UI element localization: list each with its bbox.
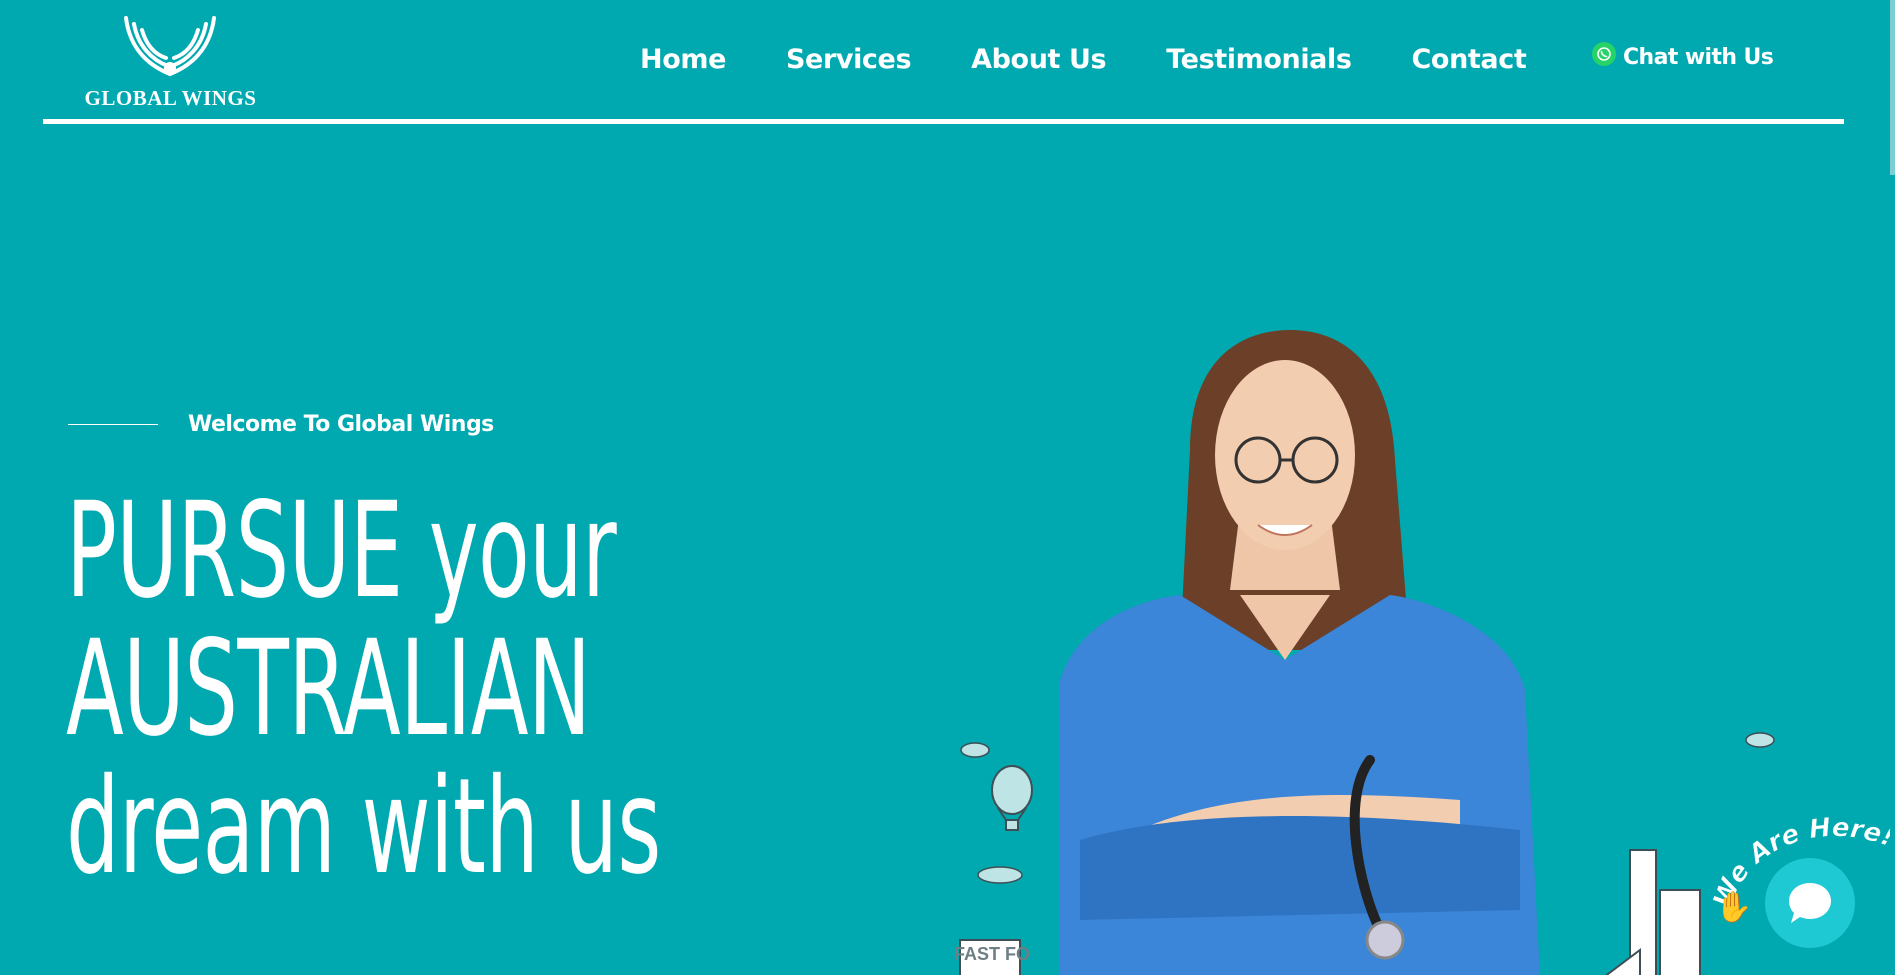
whatsapp-icon bbox=[1592, 41, 1616, 66]
nav-testimonials[interactable]: Testimonials bbox=[1166, 44, 1352, 75]
hero-headline: PURSUE your AUSTRALIAN dream with us bbox=[66, 482, 995, 896]
chat-with-us-label: Chat with Us bbox=[1623, 45, 1774, 70]
nav-services[interactable]: Services bbox=[786, 44, 912, 75]
balloon-illustration bbox=[991, 765, 1033, 831]
live-chat-button[interactable] bbox=[1765, 858, 1855, 948]
headline-line-2: AUSTRALIAN bbox=[66, 612, 591, 766]
hero-illustration: FAST FO bbox=[954, 330, 1775, 975]
site-logo[interactable]: GLOBAL WINGS bbox=[78, 6, 263, 110]
site-header: GLOBAL WINGS Home Services About Us Test… bbox=[0, 0, 1895, 125]
headline-line-1: PURSUE your bbox=[66, 474, 617, 628]
brand-name: GLOBAL WINGS bbox=[84, 86, 257, 110]
welcome-divider bbox=[68, 424, 158, 425]
nav-contact[interactable]: Contact bbox=[1412, 44, 1527, 75]
welcome-text: Welcome To Global Wings bbox=[188, 412, 494, 437]
welcome-row: Welcome To Global Wings bbox=[68, 412, 494, 437]
chat-with-us-button[interactable]: Chat with Us bbox=[1592, 41, 1774, 70]
nav-about-us[interactable]: About Us bbox=[971, 44, 1107, 75]
nurse-photo bbox=[1060, 330, 1540, 975]
nav-home[interactable]: Home bbox=[640, 44, 726, 75]
main-nav: Home Services About Us Testimonials Cont… bbox=[640, 44, 1527, 75]
header-divider bbox=[43, 119, 1844, 124]
wave-hand-icon: ✋ bbox=[1715, 891, 1753, 924]
headline-line-3: dream with us bbox=[66, 750, 661, 904]
chat-bubble-icon bbox=[1789, 883, 1831, 923]
page-scrollbar[interactable] bbox=[1890, 0, 1895, 175]
wings-logo-icon bbox=[124, 16, 216, 76]
illustration-sign: FAST FO bbox=[954, 944, 1030, 964]
